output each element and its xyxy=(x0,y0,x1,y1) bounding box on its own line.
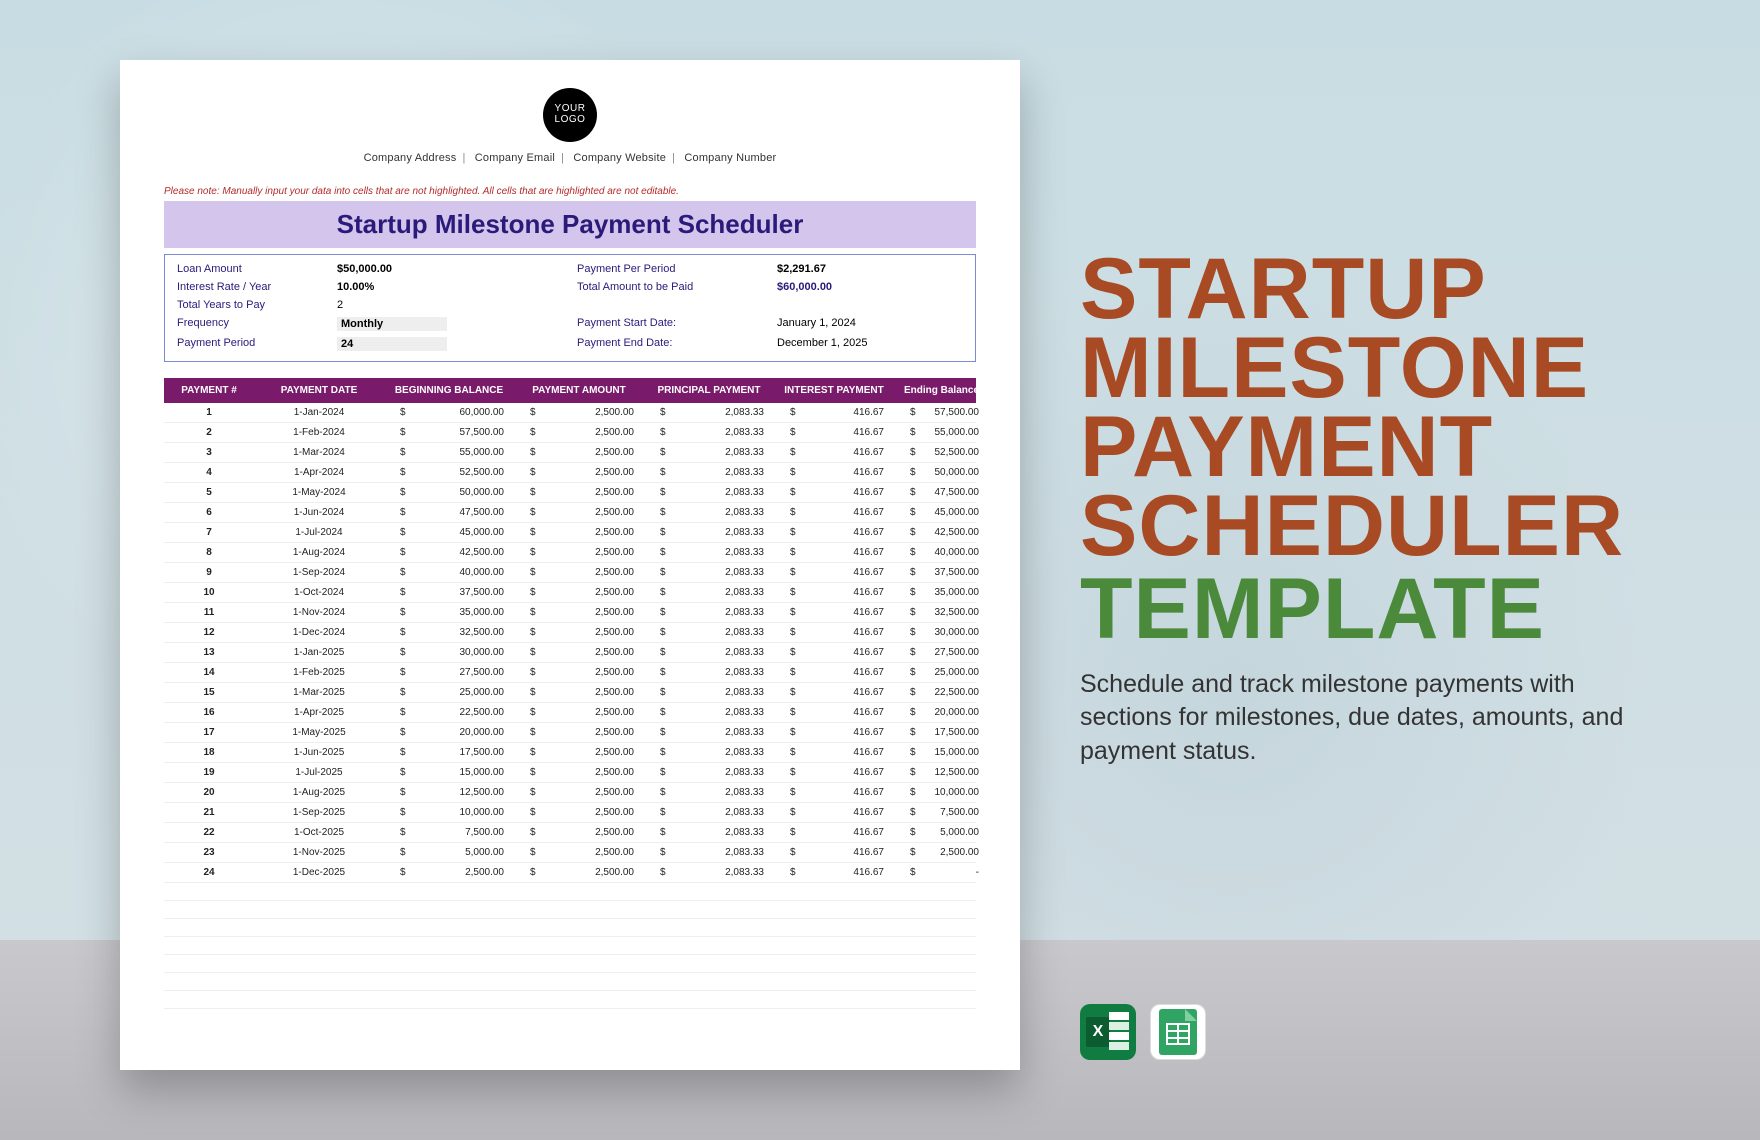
col-principal-payment: PRINCIPAL PAYMENT xyxy=(644,385,774,396)
table-row: 111-Nov-2024$35,000.00$2,500.00$2,083.33… xyxy=(164,603,976,623)
loan-amount-value: $50,000.00 xyxy=(337,263,577,275)
table-row: 21-Feb-2024$57,500.00$2,500.00$2,083.33$… xyxy=(164,423,976,443)
table-row: 101-Oct-2024$37,500.00$2,500.00$2,083.33… xyxy=(164,583,976,603)
format-icons xyxy=(1080,1004,1206,1060)
col-payment-num: PAYMENT # xyxy=(164,385,254,396)
table-row: 121-Dec-2024$32,500.00$2,500.00$2,083.33… xyxy=(164,623,976,643)
excel-icon xyxy=(1080,1004,1136,1060)
table-row: 221-Oct-2025$7,500.00$2,500.00$2,083.33$… xyxy=(164,823,976,843)
table-row: 141-Feb-2025$27,500.00$2,500.00$2,083.33… xyxy=(164,663,976,683)
table-row: 181-Jun-2025$17,500.00$2,500.00$2,083.33… xyxy=(164,743,976,763)
promo-text-block: STARTUP MILESTONE PAYMENT SCHEDULER TEMP… xyxy=(1080,250,1680,769)
promo-line-4: SCHEDULER xyxy=(1080,478,1624,574)
table-row: 81-Aug-2024$42,500.00$2,500.00$2,083.33$… xyxy=(164,543,976,563)
table-row: 41-Apr-2024$52,500.00$2,500.00$2,083.33$… xyxy=(164,463,976,483)
blank-row xyxy=(164,919,976,937)
end-date-label: Payment End Date: xyxy=(577,337,777,351)
table-row: 51-May-2024$50,000.00$2,500.00$2,083.33$… xyxy=(164,483,976,503)
table-body: 11-Jan-2024$60,000.00$2,500.00$2,083.33$… xyxy=(164,403,976,883)
table-row: 71-Jul-2024$45,000.00$2,500.00$2,083.33$… xyxy=(164,523,976,543)
editable-note: Please note: Manually input your data in… xyxy=(164,186,976,197)
blank-row xyxy=(164,901,976,919)
years-value: 2 xyxy=(337,299,577,311)
blank-row xyxy=(164,973,976,991)
google-sheets-icon xyxy=(1150,1004,1206,1060)
table-row: 161-Apr-2025$22,500.00$2,500.00$2,083.33… xyxy=(164,703,976,723)
sheet-title: Startup Milestone Payment Scheduler xyxy=(164,201,976,248)
start-date-label: Payment Start Date: xyxy=(577,317,777,331)
payment-per-period-value: $2,291.67 xyxy=(777,263,937,275)
years-label: Total Years to Pay xyxy=(177,299,337,311)
frequency-value: Monthly xyxy=(337,317,577,331)
col-ending-balance: Ending Balance xyxy=(894,385,989,396)
end-date-value: December 1, 2025 xyxy=(777,337,937,351)
promo-template-word: TEMPLATE xyxy=(1080,570,1680,649)
start-date-value: January 1, 2024 xyxy=(777,317,937,331)
table-row: 31-Mar-2024$55,000.00$2,500.00$2,083.33$… xyxy=(164,443,976,463)
blank-rows xyxy=(164,883,976,1009)
total-amount-label: Total Amount to be Paid xyxy=(577,281,777,293)
col-beginning-balance: BEGINNING BALANCE xyxy=(384,385,514,396)
table-row: 211-Sep-2025$10,000.00$2,500.00$2,083.33… xyxy=(164,803,976,823)
period-label: Payment Period xyxy=(177,337,337,351)
col-interest-payment: INTEREST PAYMENT xyxy=(774,385,894,396)
total-amount-value: $60,000.00 xyxy=(777,281,937,293)
company-meta-line: Company Address| Company Email| Company … xyxy=(164,152,976,164)
company-address: Company Address xyxy=(364,152,457,164)
table-row: 131-Jan-2025$30,000.00$2,500.00$2,083.33… xyxy=(164,643,976,663)
frequency-label: Frequency xyxy=(177,317,337,331)
promo-subtext: Schedule and track milestone payments wi… xyxy=(1080,668,1640,769)
summary-panel: Loan Amount $50,000.00 Payment Per Perio… xyxy=(164,254,976,362)
table-row: 91-Sep-2024$40,000.00$2,500.00$2,083.33$… xyxy=(164,563,976,583)
table-row: 61-Jun-2024$47,500.00$2,500.00$2,083.33$… xyxy=(164,503,976,523)
table-header: PAYMENT # PAYMENT DATE BEGINNING BALANCE… xyxy=(164,378,976,403)
blank-row xyxy=(164,937,976,955)
table-row: 171-May-2025$20,000.00$2,500.00$2,083.33… xyxy=(164,723,976,743)
company-website: Company Website xyxy=(573,152,666,164)
col-payment-amount: PAYMENT AMOUNT xyxy=(514,385,644,396)
table-row: 151-Mar-2025$25,000.00$2,500.00$2,083.33… xyxy=(164,683,976,703)
table-row: 11-Jan-2024$60,000.00$2,500.00$2,083.33$… xyxy=(164,403,976,423)
payment-per-period-label: Payment Per Period xyxy=(577,263,777,275)
company-email: Company Email xyxy=(475,152,555,164)
promo-headline: STARTUP MILESTONE PAYMENT SCHEDULER TEMP… xyxy=(1080,250,1680,650)
loan-amount-label: Loan Amount xyxy=(177,263,337,275)
table-row: 231-Nov-2025$5,000.00$2,500.00$2,083.33$… xyxy=(164,843,976,863)
document-page: YOUR LOGO Company Address| Company Email… xyxy=(120,60,1020,1070)
blank-row xyxy=(164,991,976,1009)
interest-label: Interest Rate / Year xyxy=(177,281,337,293)
table-row: 191-Jul-2025$15,000.00$2,500.00$2,083.33… xyxy=(164,763,976,783)
blank-row xyxy=(164,883,976,901)
table-row: 201-Aug-2025$12,500.00$2,500.00$2,083.33… xyxy=(164,783,976,803)
blank-row xyxy=(164,955,976,973)
table-row: 241-Dec-2025$2,500.00$2,500.00$2,083.33$… xyxy=(164,863,976,883)
col-payment-date: PAYMENT DATE xyxy=(254,385,384,396)
interest-value: 10.00% xyxy=(337,281,577,293)
company-number: Company Number xyxy=(684,152,776,164)
period-value: 24 xyxy=(337,337,577,351)
logo-placeholder: YOUR LOGO xyxy=(543,88,597,142)
